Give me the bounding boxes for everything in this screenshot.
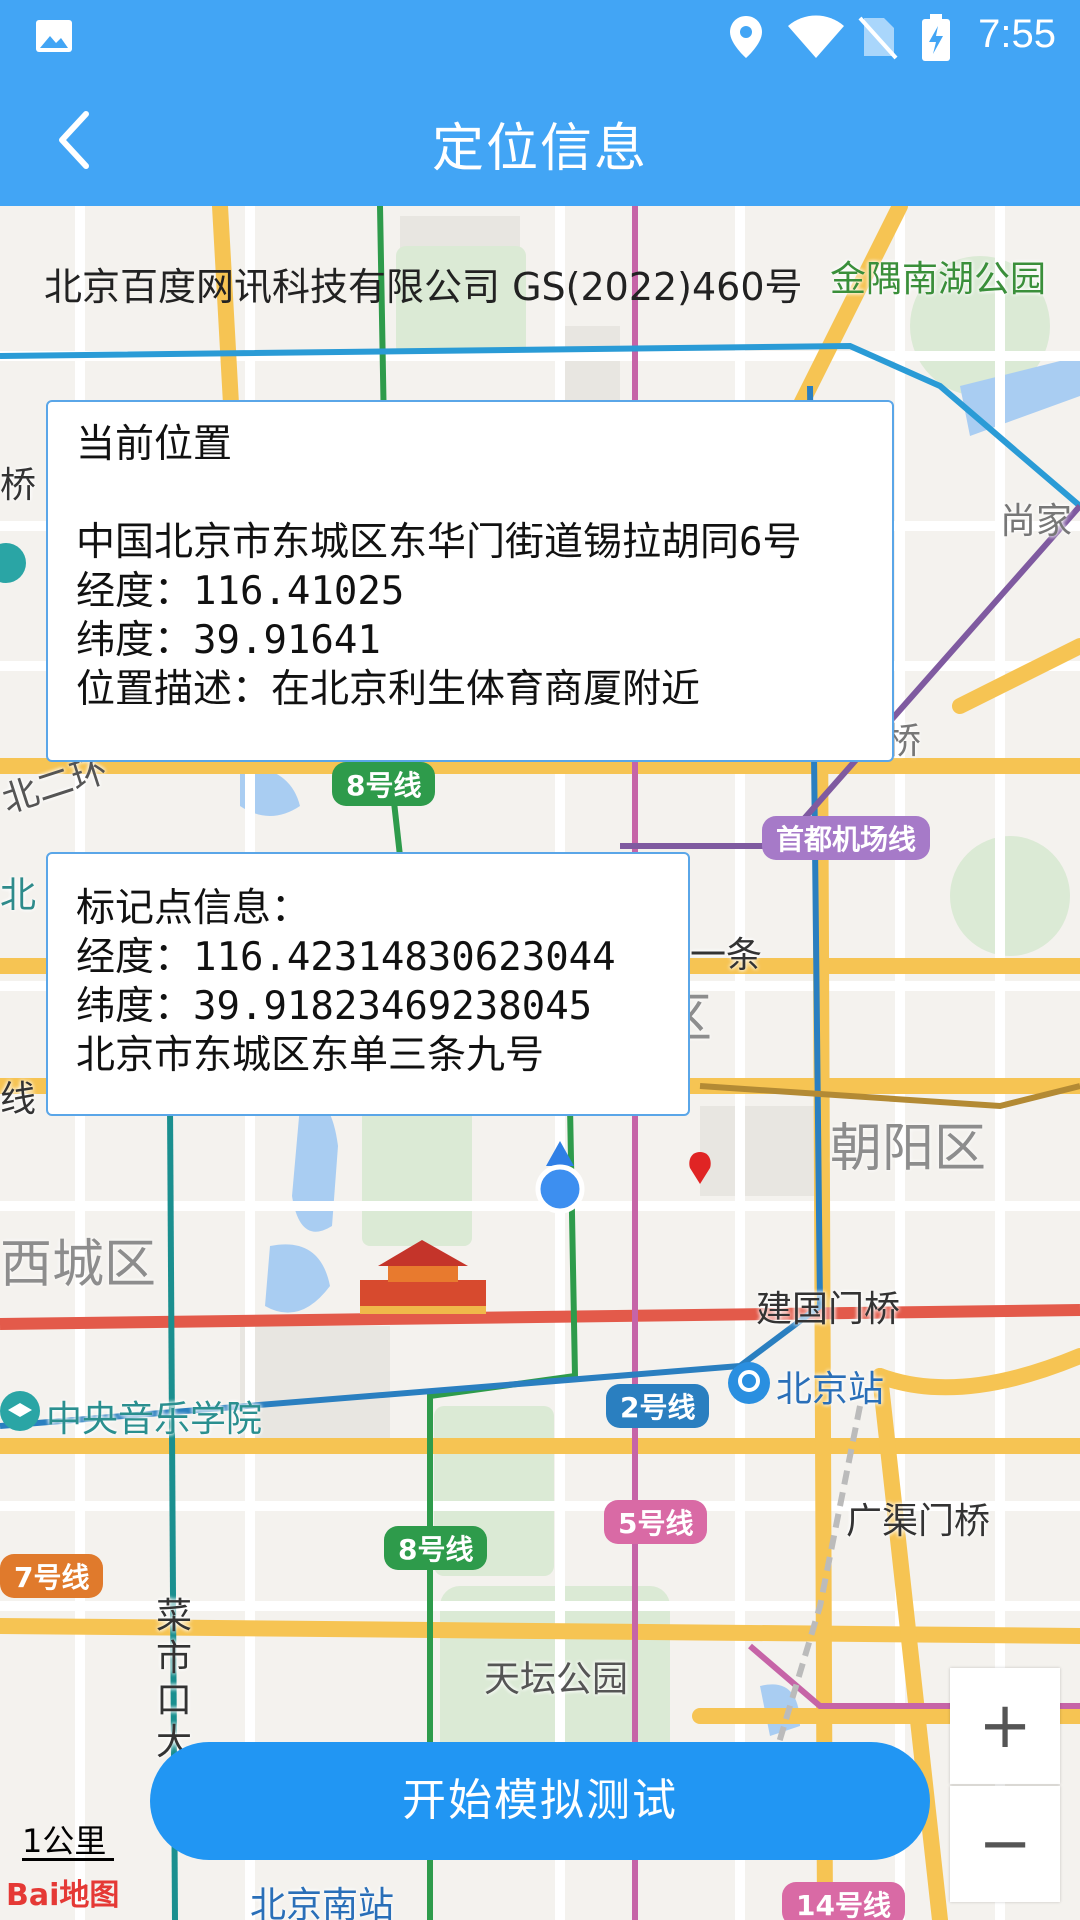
status-time: 7:55 xyxy=(978,12,1056,56)
no-sim-icon xyxy=(858,16,898,60)
map-label-bei: 北 xyxy=(0,875,37,916)
line-badge-2: 2号线 xyxy=(606,1384,710,1428)
line-badge-8-top: 8号线 xyxy=(332,762,436,806)
marker-info-latitude: 纬度：39.91823469238045 xyxy=(76,984,593,1029)
current-location-description: 位置描述：在北京利生体育商厦附近 xyxy=(76,667,701,712)
wifi-icon xyxy=(788,15,844,58)
map-label-beijing-station: 北京站 xyxy=(776,1369,885,1410)
zoom-out-icon: − xyxy=(978,1807,1032,1881)
map-label-xicheng: 西城区 xyxy=(0,1235,157,1295)
map-label-xian: 线 xyxy=(0,1079,37,1120)
zoom-out-button[interactable]: − xyxy=(950,1786,1060,1902)
map-copyright: 北京百度网讯科技有限公司 GS(2022)460号 xyxy=(44,265,803,309)
marker-info-longitude: 经度：116.42314830623044 xyxy=(76,935,616,980)
map-view[interactable]: 北京百度网讯科技有限公司 GS(2022)460号 金隅南湖公园 尚家 桥 北二… xyxy=(0,206,1080,1920)
line-badge-14: 14号线 xyxy=(782,1882,905,1920)
map-label-tiantan: 天坛公园 xyxy=(484,1659,629,1700)
marker-info-address: 北京市东城区东单三条九号 xyxy=(76,1033,545,1078)
zoom-in-button[interactable]: + xyxy=(950,1668,1060,1784)
map-label-chaoyang: 朝阳区 xyxy=(830,1119,987,1179)
map-label-yitiao: 一条 xyxy=(690,935,763,976)
map-label-shangjia: 尚家 xyxy=(1000,501,1073,542)
current-location-heading: 当前位置 xyxy=(76,422,233,467)
line-badge-airport: 首都机场线 xyxy=(762,816,931,860)
map-label-guangqumen: 广渠门桥 xyxy=(846,1501,991,1542)
current-location-address: 中国北京市东城区东华门街道锡拉胡同6号 xyxy=(76,520,802,565)
map-label-jianguomen: 建国门桥 xyxy=(756,1289,901,1330)
page-title: 定位信息 xyxy=(431,119,648,179)
map-label-beijing-south: 北京南站 xyxy=(250,1885,395,1920)
line-badge-5: 5号线 xyxy=(604,1500,708,1544)
current-location-longitude: 经度：116.41025 xyxy=(76,569,405,614)
map-scale-label: 1公里 xyxy=(22,1822,107,1860)
start-simulation-button[interactable]: 开始模拟测试 xyxy=(150,1742,930,1860)
map-label-park-north: 金隅南湖公园 xyxy=(830,259,1047,300)
title-bar: 定位信息 xyxy=(0,74,1080,206)
line-badge-8-bottom: 8号线 xyxy=(384,1526,488,1570)
image-icon xyxy=(36,20,72,52)
map-label-caishikou: 菜市口大 xyxy=(156,1596,193,1763)
map-label-qiao: 桥 xyxy=(0,465,37,506)
status-bar: 7:55 xyxy=(0,0,1080,74)
baidu-logo: Bai地图 xyxy=(6,1878,120,1913)
current-location-popup: 当前位置 中国北京市东城区东华门街道锡拉胡同6号 经度：116.41025 纬度… xyxy=(46,400,894,762)
map-label-conservatory: 中央音乐学院 xyxy=(46,1399,263,1440)
current-location-latitude: 纬度：39.91641 xyxy=(76,618,381,663)
marker-info-popup: 标记点信息： 经度：116.42314830623044 纬度：39.91823… xyxy=(46,852,690,1116)
train-station-icon xyxy=(728,1362,770,1404)
school-icon xyxy=(0,1391,40,1431)
zoom-in-icon: + xyxy=(978,1689,1032,1763)
map-scale-bar xyxy=(22,1858,114,1861)
battery-icon xyxy=(922,14,950,61)
school-icon-2 xyxy=(0,543,26,583)
line-badge-7: 7号线 xyxy=(0,1554,104,1598)
location-icon xyxy=(730,16,762,58)
marker-info-heading: 标记点信息： xyxy=(76,886,311,931)
